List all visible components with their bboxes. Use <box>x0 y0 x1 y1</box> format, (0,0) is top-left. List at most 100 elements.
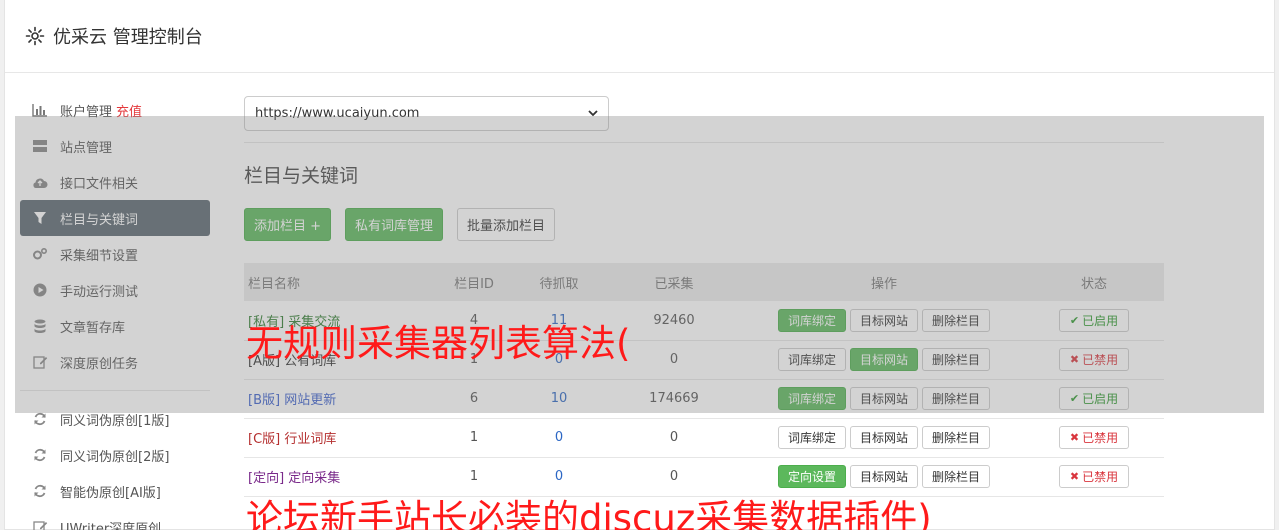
bind-library-button[interactable]: 词库绑定 <box>777 308 846 332</box>
sidebar-item-manual-run[interactable]: 手动运行测试 <box>20 272 210 308</box>
sidebar-item-deep-original[interactable]: 深度原创任务 <box>20 344 210 380</box>
status-cell: ✖ 已禁用 <box>1024 340 1164 379</box>
site-select[interactable]: https://www.ucaiyun.com <box>244 96 609 131</box>
table-row: [定向] 定向采集 1 0 0 定向设置 目标网站 删除栏目 ✖ 已禁用 <box>244 457 1164 496</box>
status-toggle[interactable]: ✔ 已启用 <box>1058 308 1130 332</box>
collected-count: 0 <box>669 469 679 484</box>
sidebar-item-label: 采集细节设置 <box>60 248 139 264</box>
bind-library-button[interactable]: 词库绑定 <box>777 348 846 371</box>
sidebar-item-synonym-v1[interactable]: 同义词伪原创[1版] <box>20 401 210 437</box>
delete-column-button[interactable]: 删除栏目 <box>922 348 991 371</box>
actions-cell: 词库绑定 目标网站 删除栏目 <box>744 418 1024 457</box>
sidebar-item-label: 手动运行测试 <box>60 284 139 300</box>
close-icon: ✖ <box>1069 470 1080 483</box>
status-cell: ✔ 已启用 <box>1024 379 1164 418</box>
status-toggle[interactable]: ✔ 已启用 <box>1058 387 1130 410</box>
table-row: [C版] 行业词库 1 0 0 词库绑定 目标网站 删除栏目 ✖ 已禁用 <box>244 418 1164 457</box>
add-column-button[interactable]: 添加栏目 + <box>244 208 332 241</box>
sidebar-item-label: 接口文件相关 <box>60 176 139 192</box>
columns-table: 栏目名称 栏目ID 待抓取 已采集 操作 状态 [私有] 采集交流 4 11 9… <box>244 263 1164 497</box>
sidebar-item-label: 同义词伪原创[2版] <box>60 449 170 465</box>
sidebar-item-label: 深度原创任务 <box>60 356 139 372</box>
sidebar: 账户管理 充值 站点管理 接口文件相关 栏目与关键词 采集细节设置 手动运行测试… <box>20 92 210 530</box>
status-cell: ✔ 已启用 <box>1024 301 1164 340</box>
sidebar-item-sites[interactable]: 站点管理 <box>20 128 210 164</box>
actions-cell: 词库绑定 目标网站 删除栏目 <box>744 340 1024 379</box>
header: 优采云 管理控制台 <box>5 0 1274 73</box>
sidebar-item-label: 同义词伪原创[1版] <box>60 413 170 429</box>
close-icon: ✖ <box>1069 353 1080 366</box>
target-site-button[interactable]: 目标网站 <box>849 465 918 488</box>
recharge-link[interactable]: 充值 <box>116 101 142 120</box>
sidebar-item-article-storage[interactable]: 文章暂存库 <box>20 308 210 344</box>
check-icon: ✔ <box>1069 313 1080 327</box>
sidebar-item-label: 智能伪原创[AI版] <box>60 485 161 501</box>
delete-column-button[interactable]: 删除栏目 <box>922 426 991 449</box>
bind-library-button[interactable]: 词库绑定 <box>777 387 846 410</box>
sidebar-item-collect-settings[interactable]: 采集细节设置 <box>20 236 210 272</box>
status-label: 已启用 <box>1082 313 1119 328</box>
col-header-actions: 操作 <box>870 276 897 292</box>
target-site-button[interactable]: 目标网站 <box>849 426 918 449</box>
refresh-icon <box>32 447 48 463</box>
status-label: 已禁用 <box>1082 470 1119 484</box>
sidebar-item-smart-ai[interactable]: 智能伪原创[AI版] <box>20 473 210 509</box>
section-title: 栏目与关键词 <box>244 165 359 187</box>
batch-add-button[interactable]: 批量添加栏目 <box>457 208 556 241</box>
actions-cell: 词库绑定 目标网站 删除栏目 <box>744 379 1024 418</box>
collected-count: 0 <box>669 430 679 445</box>
column-name-cell: [B版] 网站更新 <box>244 379 434 418</box>
site-select-value: https://www.ucaiyun.com <box>255 106 420 121</box>
column-tag: [C版] <box>248 432 281 447</box>
sidebar-item-account[interactable]: 账户管理 充值 <box>20 92 210 128</box>
col-header-status: 状态 <box>1080 276 1107 292</box>
target-site-button[interactable]: 目标网站 <box>849 348 918 371</box>
sidebar-item-label: 账户管理 <box>60 104 113 120</box>
column-id: 6 <box>469 391 479 406</box>
delete-column-button[interactable]: 删除栏目 <box>922 465 991 488</box>
bind-library-button[interactable]: 词库绑定 <box>777 426 846 449</box>
column-tag: [B版] <box>248 393 281 408</box>
delete-column-button[interactable]: 删除栏目 <box>922 308 991 332</box>
private-library-button[interactable]: 私有词库管理 <box>345 208 444 241</box>
directed-settings-button[interactable]: 定向设置 <box>777 465 846 488</box>
column-tag: [定向] <box>248 471 285 486</box>
table-header-row: 栏目名称 栏目ID 待抓取 已采集 操作 状态 <box>244 263 1164 301</box>
close-icon: ✖ <box>1069 431 1080 444</box>
sidebar-item-label: 站点管理 <box>60 140 113 156</box>
edit-icon <box>32 519 48 530</box>
table-row: [B版] 网站更新 6 10 174669 词库绑定 目标网站 删除栏目 ✔ 已启… <box>244 379 1164 418</box>
column-name-cell: [C版] 行业词库 <box>244 418 434 457</box>
sidebar-item-columns-keywords[interactable]: 栏目与关键词 <box>20 200 210 236</box>
divider <box>244 142 1164 143</box>
target-site-button[interactable]: 目标网站 <box>849 387 918 410</box>
delete-column-button[interactable]: 删除栏目 <box>922 387 991 410</box>
pending-count[interactable]: 10 <box>514 379 604 418</box>
pending-count[interactable]: 0 <box>514 418 604 457</box>
collected-count: 174669 <box>649 391 699 406</box>
status-toggle[interactable]: ✖ 已禁用 <box>1058 348 1130 371</box>
status-toggle[interactable]: ✖ 已禁用 <box>1058 465 1130 488</box>
check-icon: ✔ <box>1069 392 1080 405</box>
chevron-down-icon <box>588 106 598 121</box>
sidebar-item-uwriter[interactable]: UWriter深度原创 <box>20 509 210 530</box>
page-title: 优采云 管理控制台 <box>53 27 203 48</box>
column-name-link[interactable]: 行业词库 <box>284 432 336 447</box>
status-cell: ✖ 已禁用 <box>1024 418 1164 457</box>
sidebar-item-synonym-v2[interactable]: 同义词伪原创[2版] <box>20 437 210 473</box>
sidebar-item-label: 栏目与关键词 <box>60 212 139 228</box>
server-icon <box>32 138 48 154</box>
sidebar-item-interface-files[interactable]: 接口文件相关 <box>20 164 210 200</box>
overlay-caption-line1: 无规则采集器列表算法( <box>246 322 631 365</box>
column-name-link[interactable]: 定向采集 <box>288 471 340 486</box>
column-id: 1 <box>469 469 479 484</box>
target-site-button[interactable]: 目标网站 <box>849 308 918 332</box>
gear-icon <box>25 26 45 46</box>
actions-cell: 词库绑定 目标网站 删除栏目 <box>744 301 1024 340</box>
column-name-link[interactable]: 网站更新 <box>284 393 336 408</box>
sidebar-divider <box>20 390 210 391</box>
pending-count[interactable]: 0 <box>514 457 604 496</box>
refresh-icon <box>32 411 48 427</box>
status-toggle[interactable]: ✖ 已禁用 <box>1058 426 1130 449</box>
status-label: 已启用 <box>1082 392 1119 406</box>
